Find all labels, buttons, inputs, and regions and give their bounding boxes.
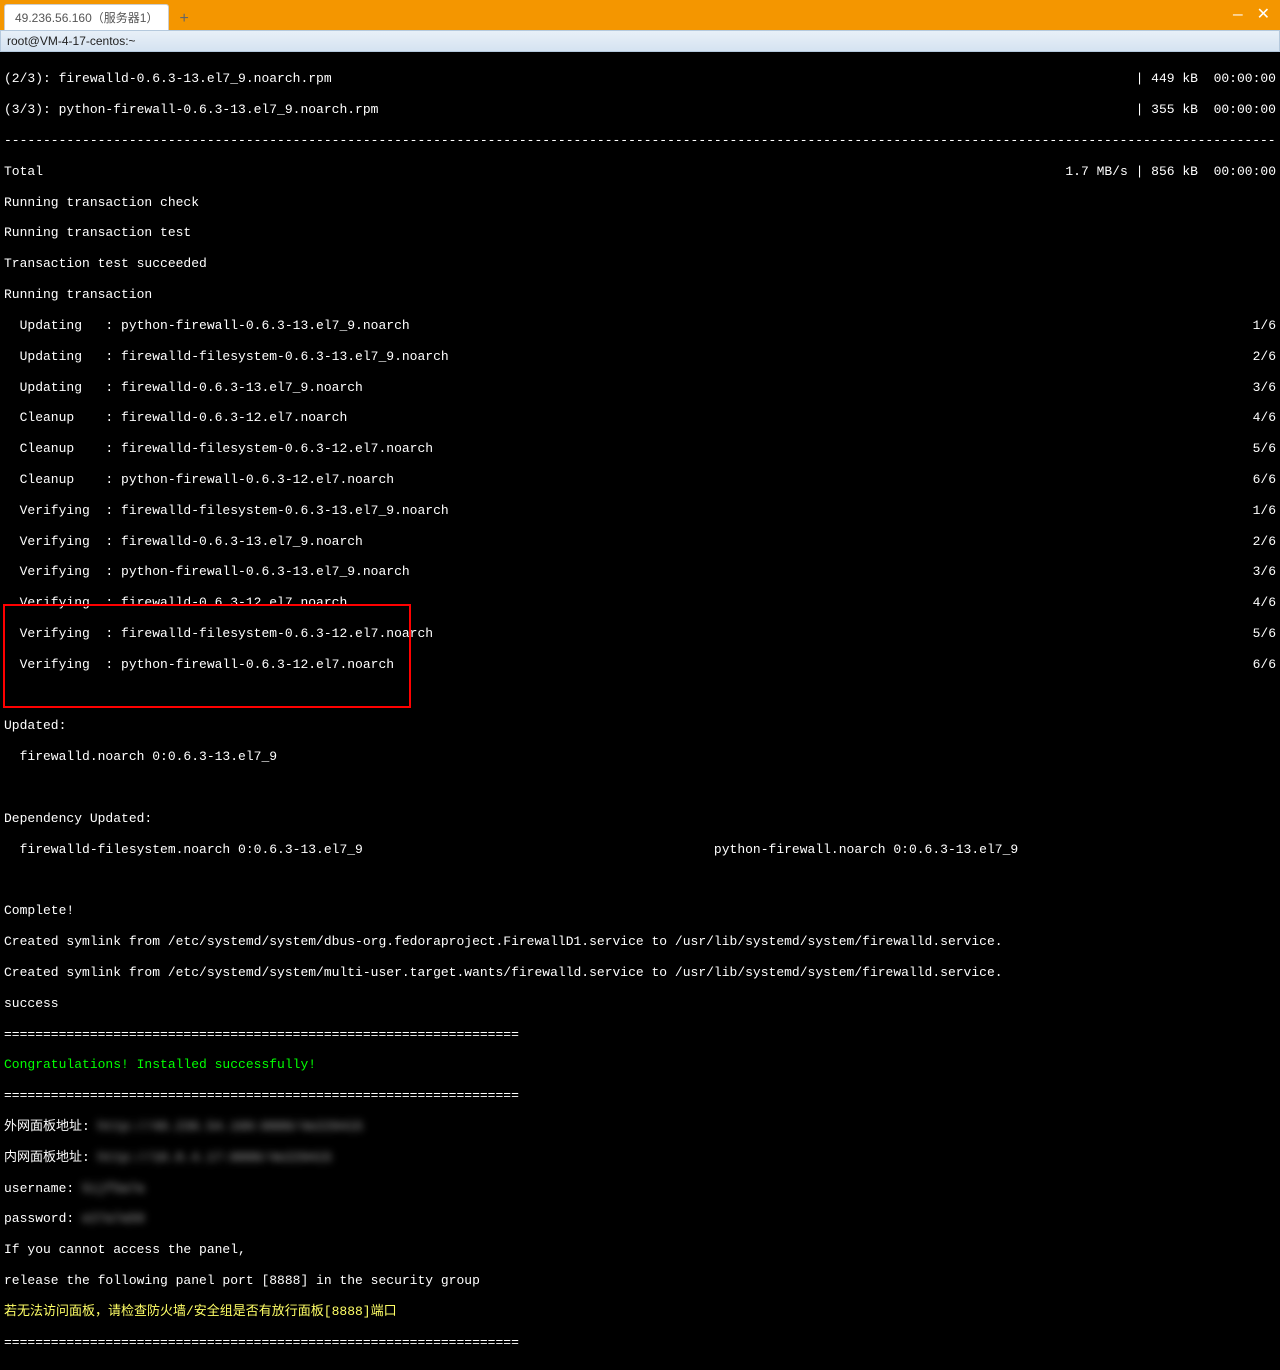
output-line: Running transaction check	[4, 195, 1276, 210]
output-line: Updated:	[4, 718, 1276, 733]
separator-line: ========================================…	[4, 1088, 1276, 1103]
terminal-output[interactable]: (2/3): firewalld-0.6.3-13.el7_9.noarch.r…	[0, 52, 1280, 1370]
output-line: Created symlink from /etc/systemd/system…	[4, 934, 1276, 949]
output-line: (2/3): firewalld-0.6.3-13.el7_9.noarch.r…	[4, 71, 1276, 86]
output-line: Verifying : firewalld-0.6.3-12.el7.noarc…	[4, 595, 1276, 610]
panel-internal-url: 内网面板地址: http://10.0.4.17:8888/4e229415	[4, 1150, 1276, 1165]
output-line: Verifying : python-firewall-0.6.3-12.el7…	[4, 657, 1276, 672]
output-line: Verifying : python-firewall-0.6.3-13.el7…	[4, 564, 1276, 579]
output-line: Updating : python-firewall-0.6.3-13.el7_…	[4, 318, 1276, 333]
panel-password: password: e27a7a59	[4, 1211, 1276, 1226]
output-line: Cleanup : firewalld-filesystem-0.6.3-12.…	[4, 441, 1276, 456]
window-titlebar: 49.236.56.160（服务器1） + — ✕	[0, 0, 1280, 30]
output-line: If you cannot access the panel,	[4, 1242, 1276, 1257]
separator-line: ----------------------------------------…	[4, 133, 1276, 148]
output-line: firewalld.noarch 0:0.6.3-13.el7_9	[4, 749, 1276, 764]
tab-label: 49.236.56.160（服务器1）	[15, 9, 158, 26]
new-tab-button[interactable]: +	[169, 8, 199, 30]
output-line: firewalld-filesystem.noarch 0:0.6.3-13.e…	[4, 842, 1276, 857]
close-button[interactable]: ✕	[1257, 7, 1270, 23]
session-path-text: root@VM-4-17-centos:~	[7, 34, 136, 48]
plus-icon: +	[179, 10, 189, 28]
output-line: Transaction test succeeded	[4, 256, 1276, 271]
session-path-bar[interactable]: root@VM-4-17-centos:~	[0, 30, 1280, 52]
output-line: Updating : firewalld-filesystem-0.6.3-13…	[4, 349, 1276, 364]
output-line: Dependency Updated:	[4, 811, 1276, 826]
minimize-button[interactable]: —	[1233, 7, 1243, 23]
output-line: Verifying : firewalld-filesystem-0.6.3-1…	[4, 503, 1276, 518]
window-controls: — ✕	[1233, 0, 1280, 30]
separator-line: ========================================…	[4, 1027, 1276, 1042]
output-line: success	[4, 996, 1276, 1011]
output-line: (3/3): python-firewall-0.6.3-13.el7_9.no…	[4, 102, 1276, 117]
output-line: Created symlink from /etc/systemd/system…	[4, 965, 1276, 980]
output-line: Running transaction	[4, 287, 1276, 302]
output-line: Total1.7 MB/s | 856 kB 00:00:00	[4, 164, 1276, 179]
output-line: Complete!	[4, 903, 1276, 918]
tab-server-1[interactable]: 49.236.56.160（服务器1）	[4, 4, 169, 30]
firewall-note-cn: 若无法访问面板，请检查防火墙/安全组是否有放行面板[8888]端口	[4, 1304, 1276, 1319]
success-banner: Congratulations! Installed successfully!	[4, 1057, 1276, 1072]
separator-line: ========================================…	[4, 1335, 1276, 1350]
output-line: Updating : firewalld-0.6.3-13.el7_9.noar…	[4, 380, 1276, 395]
output-line: Cleanup : firewalld-0.6.3-12.el7.noarch4…	[4, 410, 1276, 425]
output-line	[4, 688, 1276, 703]
output-line: Verifying : firewalld-0.6.3-13.el7_9.noa…	[4, 534, 1276, 549]
output-line: release the following panel port [8888] …	[4, 1273, 1276, 1288]
output-line	[4, 873, 1276, 888]
panel-username: username: 5ijf5a7a	[4, 1181, 1276, 1196]
output-line	[4, 780, 1276, 795]
panel-external-url: 外网面板地址: http://49.236.54.160:8888/4e2294…	[4, 1119, 1276, 1134]
output-line: Verifying : firewalld-filesystem-0.6.3-1…	[4, 626, 1276, 641]
output-line: Running transaction test	[4, 225, 1276, 240]
tab-strip: 49.236.56.160（服务器1） +	[4, 4, 199, 30]
output-line: Cleanup : python-firewall-0.6.3-12.el7.n…	[4, 472, 1276, 487]
